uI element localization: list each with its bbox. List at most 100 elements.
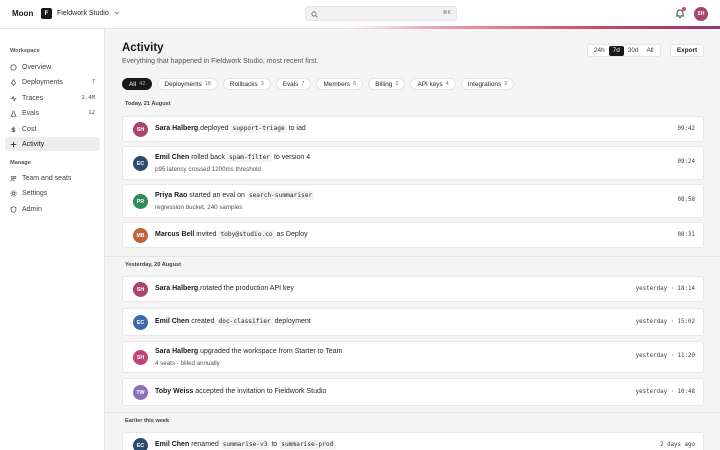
group-divider: [105, 256, 720, 257]
filter-chip-billing[interactable]: Billing 2: [368, 78, 406, 90]
filter-chip-deployments[interactable]: Deployments 18: [157, 78, 218, 90]
sidebar-item-settings[interactable]: Settings: [5, 186, 100, 200]
accent-gradient-line: [0, 26, 720, 29]
filter-label: Billing: [375, 80, 393, 88]
code-ref: search-summariser: [246, 191, 315, 200]
range-option-7d[interactable]: 7d: [608, 45, 624, 56]
timestamp: 09:42: [677, 126, 695, 132]
activity-item[interactable]: SH Sara Halberg upgraded the workspace f…: [122, 341, 704, 373]
sidebar-item-label: Traces: [22, 94, 44, 102]
filter-label: API keys: [417, 80, 443, 88]
timestamp: 2 days ago: [660, 442, 695, 448]
code-ref: doc-classifier: [216, 317, 273, 326]
code-ref: support-triage: [230, 124, 287, 133]
filter-chip-all[interactable]: All 42: [122, 78, 153, 90]
activity-item[interactable]: TW Toby Weiss accepted the invitation to…: [122, 378, 704, 406]
avatar: PR: [133, 194, 148, 209]
activity-text: Sara Halberg rotated the production API …: [155, 285, 294, 292]
filter-chip-members[interactable]: Members 6: [316, 78, 364, 90]
code-ref: toby@studio.co: [218, 230, 275, 239]
action-text: rotated the production API key: [200, 285, 294, 292]
activity-item[interactable]: SH Sara Halberg deployed support-triage …: [122, 116, 704, 142]
search-input[interactable]: ⌘K: [305, 6, 457, 21]
filter-chip-integrations[interactable]: Integrations 2: [460, 78, 515, 90]
sidebar-item-count: 7: [91, 79, 95, 85]
avatar: EC: [133, 156, 148, 171]
sidebar-item-cost[interactable]: Cost: [5, 122, 100, 136]
activity-text: Emil Chen rolled back spam-filter to ver…: [155, 153, 311, 162]
filter-label: Rollbacks: [229, 80, 258, 88]
actor-name: Priya Rao: [155, 192, 188, 199]
user-avatar[interactable]: SH: [694, 7, 708, 21]
sidebar-item-team-and-seats[interactable]: Team and seats: [5, 171, 100, 185]
range-option-30d[interactable]: 30d: [624, 46, 643, 56]
action-text: invited: [196, 231, 217, 238]
sidebar-item-evals[interactable]: Evals 12: [5, 106, 100, 120]
sidebar-item-label: Deployments: [22, 78, 63, 86]
activity-text: Emil Chen created doc-classifier deploym…: [155, 317, 311, 326]
export-button[interactable]: Export: [670, 44, 704, 57]
timestamp: 09:24: [677, 159, 695, 165]
actor-name: Sara Halberg: [155, 285, 199, 292]
search-shortcut: ⌘K: [442, 10, 451, 16]
range-option-24h[interactable]: 24h: [590, 46, 609, 56]
timestamp: yesterday · 18:14: [635, 286, 695, 292]
filter-label: Evals: [282, 80, 299, 88]
sidebar-item-activity[interactable]: Activity: [5, 137, 100, 151]
sidebar-item-deployments[interactable]: Deployments 7: [5, 75, 100, 89]
top-bar: Moon F Fieldwork Studio ⌘K SH: [0, 0, 720, 29]
chevron-down-icon: [114, 10, 120, 18]
activity-item[interactable]: EC Emil Chen rolled back spam-filter to …: [122, 146, 704, 180]
activity-item[interactable]: MB Marcus Bell invited toby@studio.co as…: [122, 222, 704, 248]
filter-chip-rollbacks[interactable]: Rollbacks 3: [222, 78, 271, 90]
filter-count: 2: [504, 81, 508, 87]
sidebar-item-label: Evals: [22, 109, 40, 117]
flask-icon: [10, 110, 17, 117]
sidebar-item-label: Admin: [22, 205, 42, 213]
filter-chip-evals[interactable]: Evals 7: [275, 78, 312, 90]
avatar: TW: [133, 385, 148, 400]
action-text: deployment: [274, 318, 311, 325]
sidebar-item-admin[interactable]: Admin: [5, 202, 100, 216]
avatar: EC: [133, 315, 148, 330]
filter-label: All: [129, 80, 137, 88]
notifications-button[interactable]: [675, 7, 686, 21]
filter-count: 6: [353, 81, 357, 87]
activity-meta: p95 latency crossed 1200ms threshold: [155, 166, 261, 173]
sidebar-item-label: Overview: [22, 63, 52, 71]
sidebar: Workspace Overview Deployments 7 Traces …: [0, 29, 105, 450]
actor-name: Emil Chen: [155, 441, 190, 448]
trace-icon: [10, 94, 17, 102]
action-text: renamed: [191, 441, 219, 448]
shield-icon: [10, 205, 17, 213]
gear-icon: [10, 189, 17, 197]
action-text: to version 4: [273, 154, 311, 161]
timestamp: 08:58: [677, 197, 695, 203]
sidebar-item-overview[interactable]: Overview: [5, 60, 100, 74]
group-label-today: Today, 21 August: [125, 101, 171, 107]
range-option-all[interactable]: All: [642, 46, 657, 56]
sidebar-section-workspace: Workspace: [10, 48, 40, 54]
actor-name: Emil Chen: [155, 154, 190, 161]
activity-text: Toby Weiss accepted the invitation to Fi…: [155, 388, 326, 395]
time-range-selector: 24h 7d 30d All: [587, 44, 661, 57]
actor-name: Marcus Bell: [155, 231, 195, 238]
filter-chip-api-keys[interactable]: API keys 4: [410, 78, 456, 90]
action-text: upgraded the workspace from Starter to T…: [200, 348, 343, 355]
activity-item[interactable]: EC Emil Chen created doc-classifier depl…: [122, 308, 704, 336]
users-icon: [10, 175, 17, 182]
workspace-switcher[interactable]: F Fieldwork Studio: [41, 8, 120, 19]
sidebar-item-traces[interactable]: Traces 2.4M: [5, 91, 100, 105]
avatar: MB: [133, 228, 148, 243]
avatar: EC: [133, 438, 148, 450]
activity-item[interactable]: SH Sara Halberg rotated the production A…: [122, 276, 704, 302]
app-name: Moon: [12, 9, 34, 18]
timestamp: 08:31: [677, 232, 695, 238]
activity-item[interactable]: PR Priya Rao started an eval on search-s…: [122, 184, 704, 218]
circle-icon: [10, 63, 17, 71]
activity-meta: 4 seats · billed annually: [155, 360, 220, 367]
activity-item[interactable]: EC Emil Chen renamed summarise-v3 to sum…: [122, 432, 704, 450]
sidebar-item-count: 12: [88, 110, 95, 116]
activity-text: Marcus Bell invited toby@studio.co as De…: [155, 230, 308, 239]
timestamp: yesterday · 15:02: [635, 319, 695, 325]
